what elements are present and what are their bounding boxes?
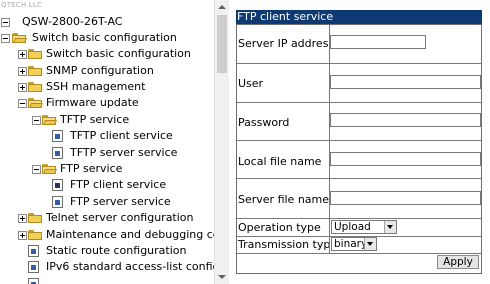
collapse-icon[interactable]	[18, 99, 27, 108]
scroll-down-arrow-icon[interactable]	[215, 270, 229, 284]
tree-item-label: TFTP server service	[70, 146, 178, 159]
tree-item-label: Maintenance and debugging comm	[46, 228, 214, 241]
local-file-input[interactable]	[330, 152, 481, 166]
tree-item-label: TFTP service	[60, 113, 130, 126]
server-ip-input[interactable]	[330, 35, 426, 49]
ftp-client-panel: FTP client service Server IP address Use…	[236, 10, 482, 274]
server-file-input[interactable]	[330, 191, 481, 205]
page-icon	[52, 130, 63, 142]
row-server-ip: Server IP address	[237, 25, 481, 63]
tree-item-label: TFTP client service	[70, 129, 173, 142]
tree-item-maintenance-and-debugging[interactable]: Maintenance and debugging comm	[0, 227, 214, 243]
folder-open-icon	[12, 33, 27, 43]
tree-item-ipv6-standard-access-list[interactable]: IPv6 standard access-list configu	[0, 259, 214, 275]
folder-open-icon	[28, 98, 43, 108]
transmission-type-value: binary	[334, 238, 368, 250]
tree-item-static-route-configuration[interactable]: Static route configuration	[0, 243, 214, 259]
transmission-type-select[interactable]: binary	[331, 237, 377, 251]
operation-type-select[interactable]: Upload	[331, 220, 397, 234]
tree-item-label: IPv6 standard access-list configu	[46, 260, 214, 273]
tree-item-ftp-service[interactable]: FTP service	[0, 161, 214, 177]
row-transmission-type: Transmission type binary	[237, 236, 481, 253]
expand-icon[interactable]	[18, 231, 27, 240]
expand-icon[interactable]	[18, 83, 27, 92]
collapse-icon[interactable]	[32, 165, 41, 174]
tree-item-label: Switch basic configuration	[32, 31, 177, 44]
panel-title: FTP client service	[236, 10, 482, 24]
tree-item-label: Firmware update	[46, 96, 139, 109]
tree-item-label: FTP server service	[70, 195, 171, 208]
row-operation-type: Operation type Upload	[237, 218, 481, 236]
navigation-tree: QTECH LLC QSW-2800-26T-AC Switch basic c…	[0, 0, 214, 284]
user-input[interactable]	[330, 75, 481, 89]
tree-item-ftp-client-service[interactable]: FTP client service	[0, 177, 214, 193]
page-icon	[28, 278, 39, 284]
row-password: Password	[237, 102, 481, 140]
tree-item-label: FTP client service	[70, 178, 167, 191]
server-ip-label: Server IP address	[238, 37, 335, 50]
tree-item-tftp-server-service[interactable]: TFTP server service	[0, 145, 214, 161]
folder-open-icon	[42, 115, 57, 125]
folder-open-icon	[42, 164, 57, 174]
collapse-icon[interactable]	[1, 18, 10, 27]
tree-root[interactable]: QSW-2800-26T-AC	[0, 14, 214, 30]
tree-item-switch-basic-configuration[interactable]: Switch basic configuration	[0, 30, 214, 46]
tree-item-ssh-management[interactable]: SSH management	[0, 79, 214, 95]
scroll-up-arrow-icon[interactable]	[215, 0, 229, 14]
transmission-type-label: Transmission type	[238, 238, 338, 251]
tree-item-tftp-service[interactable]: TFTP service	[0, 112, 214, 128]
tree-scrollbar[interactable]	[214, 0, 229, 284]
tree-item-label: Switch basic configuration	[46, 47, 191, 60]
folder-icon	[28, 82, 42, 92]
collapse-icon[interactable]	[32, 116, 41, 125]
row-apply: Apply	[237, 253, 481, 273]
password-label: Password	[238, 116, 290, 129]
tree-item-label: SNMP configuration	[46, 64, 154, 77]
tree-item-snmp-configuration[interactable]: SNMP configuration	[0, 63, 214, 79]
folder-icon	[28, 49, 42, 59]
page-icon	[52, 196, 63, 208]
collapse-icon[interactable]	[1, 34, 10, 43]
dropdown-arrow-icon[interactable]	[364, 238, 376, 250]
tree-item-telnet-server-configuration[interactable]: Telnet server configuration	[0, 210, 214, 226]
tree-root-label: QSW-2800-26T-AC	[22, 15, 123, 28]
tree-item-tftp-client-service[interactable]: TFTP client service	[0, 128, 214, 144]
folder-icon	[28, 66, 42, 76]
expand-icon[interactable]	[18, 50, 27, 59]
page-icon	[28, 245, 39, 257]
operation-type-label: Operation type	[238, 221, 321, 234]
row-user: User	[237, 63, 481, 102]
brand-label: QTECH LLC	[1, 1, 43, 9]
tree-item-label: FTP service	[60, 162, 123, 175]
page-icon	[28, 261, 39, 273]
expand-icon[interactable]	[18, 67, 27, 76]
tree-item-label: SSH management	[46, 80, 146, 93]
tree-item-switch-basic-configuration-sub[interactable]: Switch basic configuration	[0, 46, 214, 62]
folder-icon	[28, 213, 42, 223]
user-label: User	[238, 77, 264, 90]
tree-item-partial	[0, 276, 214, 284]
tree-item-label: Static route configuration	[46, 244, 187, 257]
server-file-label: Server file name	[238, 193, 330, 206]
scrollbar-thumb[interactable]	[217, 15, 227, 73]
page-icon	[52, 179, 63, 191]
apply-button[interactable]: Apply	[437, 255, 479, 269]
dropdown-arrow-icon[interactable]	[384, 221, 396, 233]
tree-item-label: Telnet server configuration	[46, 211, 194, 224]
expand-icon[interactable]	[18, 214, 27, 223]
operation-type-value: Upload	[334, 221, 371, 233]
local-file-label: Local file name	[238, 155, 322, 168]
page-icon	[52, 147, 63, 159]
form-grid: Server IP address User Password Local fi…	[236, 24, 482, 274]
password-input[interactable]	[330, 113, 481, 127]
row-local-file: Local file name	[237, 140, 481, 178]
tree-item-firmware-update[interactable]: Firmware update	[0, 95, 214, 111]
row-server-file: Server file name	[237, 178, 481, 218]
folder-icon	[28, 230, 42, 240]
tree-item-ftp-server-service[interactable]: FTP server service	[0, 194, 214, 210]
